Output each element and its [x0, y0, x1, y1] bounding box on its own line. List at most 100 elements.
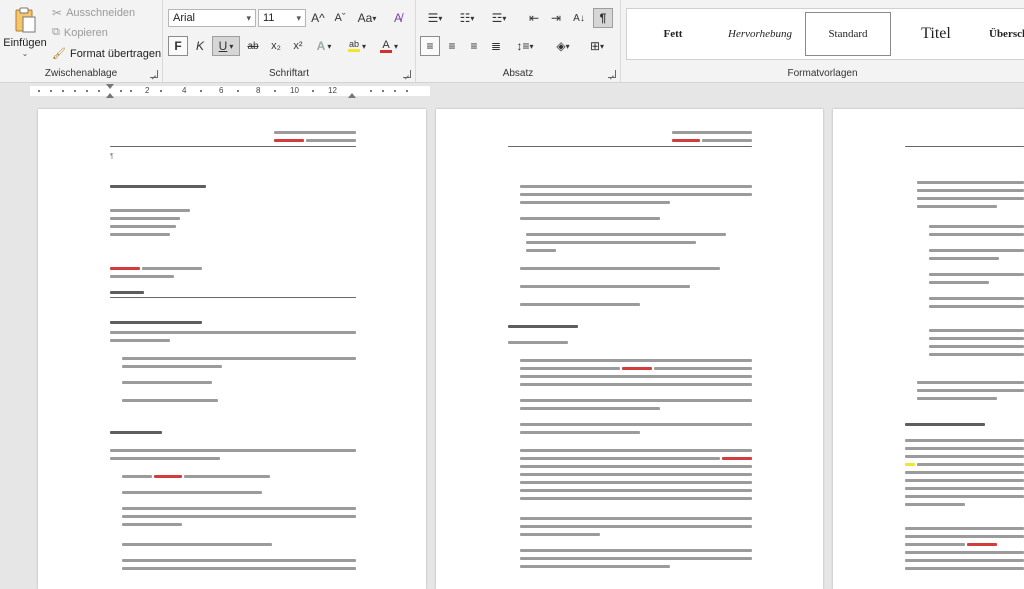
copy-button[interactable]: ⧉ Kopieren: [52, 26, 108, 39]
document-page-3[interactable]: [833, 109, 1024, 589]
borders-icon: ⊞: [589, 39, 601, 53]
text-line: [520, 449, 752, 452]
strikethrough-button[interactable]: ab: [243, 36, 263, 56]
style-bold[interactable]: Fett: [633, 12, 713, 56]
bold-button[interactable]: F: [168, 36, 188, 56]
ruler-label: 10: [290, 86, 299, 95]
text-line: [526, 241, 696, 244]
chevron-down-icon: ▾: [438, 13, 443, 23]
ruler-tick: [237, 90, 239, 92]
left-indent-marker[interactable]: [106, 93, 114, 98]
paste-button[interactable]: Einfügen ⌄: [3, 4, 47, 62]
paragraph-mark-icon: ¶: [110, 153, 114, 160]
style-title[interactable]: Titel: [895, 12, 977, 56]
text-line: [508, 325, 578, 328]
clear-formatting-icon: A̸: [393, 11, 402, 25]
style-standard[interactable]: Standard: [805, 12, 891, 56]
font-color-label: A: [382, 38, 390, 51]
text-effects-button[interactable]: A ▾: [310, 36, 338, 56]
text-line: [122, 357, 356, 360]
superscript-button[interactable]: x²: [288, 36, 308, 56]
right-indent-marker[interactable]: [348, 93, 356, 98]
style-emphasis-label: Hervorhebung: [728, 28, 792, 40]
align-center-button[interactable]: ≡: [442, 36, 462, 56]
font-family-select[interactable]: Arial ▾: [168, 9, 256, 27]
text-line: [929, 305, 1024, 308]
font-size-value: 11: [263, 12, 275, 24]
paragraph-group-label: Absatz: [502, 68, 534, 79]
text-line: [917, 205, 997, 208]
cut-button[interactable]: ✂ Ausschneiden: [52, 6, 135, 20]
spelling-error-mark: [110, 267, 140, 270]
ruler-tick: [160, 90, 162, 92]
decrease-indent-icon: ⇤: [528, 11, 540, 25]
clipboard-dialog-launcher-icon[interactable]: [150, 70, 158, 78]
borders-button[interactable]: ⊞ ▾: [582, 36, 612, 56]
italic-button[interactable]: K: [190, 36, 210, 56]
spelling-error-mark: [154, 475, 182, 478]
document-page-2[interactable]: [436, 109, 823, 589]
change-case-button[interactable]: Aa ▾: [354, 8, 380, 28]
styles-gallery: Fett Hervorhebung Standard Titel Übersch…: [626, 8, 1024, 60]
underline-button[interactable]: U ▾: [212, 36, 240, 56]
subscript-label: x₂: [271, 40, 281, 52]
shading-button[interactable]: ◈ ▾: [548, 36, 578, 56]
text-line: [520, 465, 752, 468]
text-line: [122, 399, 218, 402]
grow-font-button[interactable]: A^: [308, 8, 328, 28]
ruler-tick: [120, 90, 122, 92]
text-line: [917, 197, 1024, 200]
change-case-label: Aa: [357, 11, 373, 25]
ruler-tick: [370, 90, 372, 92]
shrink-font-button[interactable]: Aˇ: [330, 8, 350, 28]
text-line: [110, 321, 202, 324]
text-line: [508, 341, 568, 344]
show-formatting-marks-button[interactable]: ¶: [593, 8, 613, 28]
style-title-label: Titel: [921, 25, 951, 42]
text-line: [110, 233, 170, 236]
subscript-button[interactable]: x₂: [266, 36, 286, 56]
align-left-icon: ≡: [426, 39, 434, 53]
format-painter-button[interactable]: 🖌 Format übertragen: [52, 47, 161, 61]
clipboard-icon: [13, 6, 37, 34]
sort-button[interactable]: A↓: [569, 8, 589, 28]
chevron-down-icon: ▾: [393, 41, 398, 51]
horizontal-ruler[interactable]: 2 4 6 8 10 12: [0, 83, 1024, 99]
style-emphasis[interactable]: Hervorhebung: [719, 12, 801, 56]
align-right-button[interactable]: ≡: [464, 36, 484, 56]
spelling-error-mark: [967, 543, 997, 546]
text-line: [110, 185, 206, 188]
clear-formatting-button[interactable]: A̸: [388, 8, 408, 28]
decrease-indent-button[interactable]: ⇤: [524, 8, 544, 28]
text-line: [905, 567, 1024, 570]
bullets-button[interactable]: ☰ ▾: [420, 8, 450, 28]
increase-indent-button[interactable]: ⇥: [546, 8, 566, 28]
section-divider: [110, 297, 356, 298]
font-size-select[interactable]: 11 ▾: [258, 9, 306, 27]
justify-button[interactable]: ≣: [486, 36, 506, 56]
numbering-button[interactable]: ☷ ▾: [452, 8, 482, 28]
text-line: [929, 353, 1024, 356]
font-dialog-launcher-icon[interactable]: [403, 70, 411, 78]
clipboard-group: Einfügen ⌄ ✂ Ausschneiden ⧉ Kopieren 🖌 F…: [0, 0, 163, 82]
ruler-label: 8: [256, 86, 261, 95]
ruler-tick: [50, 90, 52, 92]
text-line: [520, 481, 752, 484]
text-line: [110, 457, 220, 460]
bullet-list-icon: ☰: [427, 11, 439, 25]
style-heading-1[interactable]: Überschrift 1: [981, 12, 1024, 56]
paragraph-dialog-launcher-icon[interactable]: [608, 70, 616, 78]
text-line: [110, 225, 176, 228]
highlight-color-button[interactable]: ab ▾: [343, 36, 371, 56]
chevron-down-icon: ▾: [565, 41, 570, 51]
font-color-button[interactable]: A ▾: [375, 36, 403, 56]
text-line: [905, 551, 1024, 554]
line-spacing-button[interactable]: ↕≡ ▾: [510, 36, 540, 56]
align-left-button[interactable]: ≡: [420, 36, 440, 56]
first-line-indent-marker[interactable]: [106, 84, 114, 89]
document-page-1[interactable]: ¶: [38, 109, 426, 589]
multilevel-list-button[interactable]: ☲ ▾: [484, 8, 514, 28]
sort-icon: A↓: [573, 12, 585, 24]
text-line: [917, 397, 997, 400]
paint-bucket-icon: ◈: [556, 39, 566, 53]
